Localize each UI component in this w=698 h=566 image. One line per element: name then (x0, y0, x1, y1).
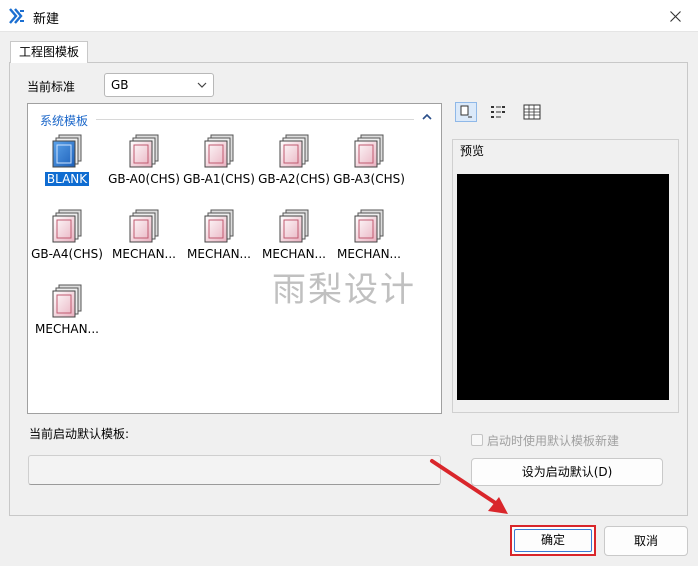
standard-value: GB (111, 78, 129, 92)
template-item-label: MECHAN... (35, 322, 99, 336)
template-item[interactable]: BLANK (28, 132, 106, 204)
template-file-icon (354, 209, 384, 243)
template-file-icon (204, 209, 234, 243)
close-icon (669, 10, 681, 22)
watermark-text: 雨梨设计 (272, 270, 416, 310)
template-file-icon (52, 209, 82, 243)
standard-select[interactable]: GB (104, 73, 214, 97)
template-item[interactable]: MECHAN... (105, 207, 183, 279)
template-item[interactable]: MECHAN... (180, 207, 258, 279)
template-list[interactable]: 系统模板 BLANK GB-A0(CHS) GB-A1(CHS) GB-A2(CHS)… (27, 103, 442, 414)
checkbox-box[interactable] (471, 434, 483, 446)
focus-ring (514, 529, 592, 552)
startup-default-checkbox-label: 启动时使用默认模板新建 (487, 433, 620, 448)
template-item-label: GB-A2(CHS) (258, 172, 330, 186)
preview-canvas (457, 174, 669, 400)
template-item-label: GB-A1(CHS) (183, 172, 255, 186)
app-logo-icon (9, 8, 24, 24)
template-item[interactable]: GB-A4(CHS) (28, 207, 106, 279)
group-divider (96, 119, 414, 120)
group-label-system-templates: 系统模板 (40, 114, 89, 128)
set-default-button[interactable]: 设为启动默认(D) (471, 458, 663, 486)
template-file-icon (129, 209, 159, 243)
template-item-label: MECHAN... (262, 247, 326, 261)
template-file-icon (204, 134, 234, 168)
large-icons-view-icon (460, 105, 472, 118)
template-item-label: BLANK (44, 172, 90, 186)
template-file-icon (354, 134, 384, 168)
view-large-icons-button[interactable] (455, 102, 477, 122)
template-file-icon (279, 134, 309, 168)
standard-label: 当前标准 (27, 80, 76, 94)
template-item[interactable]: GB-A2(CHS) (255, 132, 333, 204)
template-file-icon (279, 209, 309, 243)
cancel-button[interactable]: 取消 (604, 526, 688, 556)
template-file-icon (52, 284, 82, 318)
preview-label: 预览 (457, 142, 488, 159)
title-bar: 新建 (0, 0, 698, 32)
template-item-label: MECHAN... (337, 247, 401, 261)
chevron-up-icon[interactable] (421, 111, 433, 123)
template-item-label: MECHAN... (112, 247, 176, 261)
window-title: 新建 (33, 12, 60, 27)
chevron-down-icon (197, 82, 207, 88)
default-template-field (28, 455, 441, 485)
template-item[interactable]: MECHAN... (28, 282, 106, 354)
template-file-icon (52, 134, 82, 168)
template-item[interactable]: GB-A0(CHS) (105, 132, 183, 204)
close-button[interactable] (652, 0, 698, 32)
ok-button[interactable]: 确定 (510, 525, 596, 556)
template-item[interactable]: GB-A1(CHS) (180, 132, 258, 204)
view-list-button[interactable] (488, 102, 510, 122)
template-item-label: MECHAN... (187, 247, 251, 261)
template-item[interactable]: GB-A3(CHS) (330, 132, 408, 204)
default-template-label: 当前启动默认模板: (29, 427, 130, 441)
view-details-button[interactable] (521, 102, 543, 122)
template-item-label: GB-A3(CHS) (333, 172, 405, 186)
tab-drawing-templates[interactable]: 工程图模板 (10, 41, 89, 63)
template-file-icon (129, 134, 159, 168)
template-item-label: GB-A0(CHS) (108, 172, 180, 186)
details-view-icon (523, 104, 541, 120)
template-item-label: GB-A4(CHS) (31, 247, 103, 261)
list-view-icon (491, 106, 505, 118)
startup-default-checkbox[interactable]: 启动时使用默认模板新建 (471, 432, 619, 448)
